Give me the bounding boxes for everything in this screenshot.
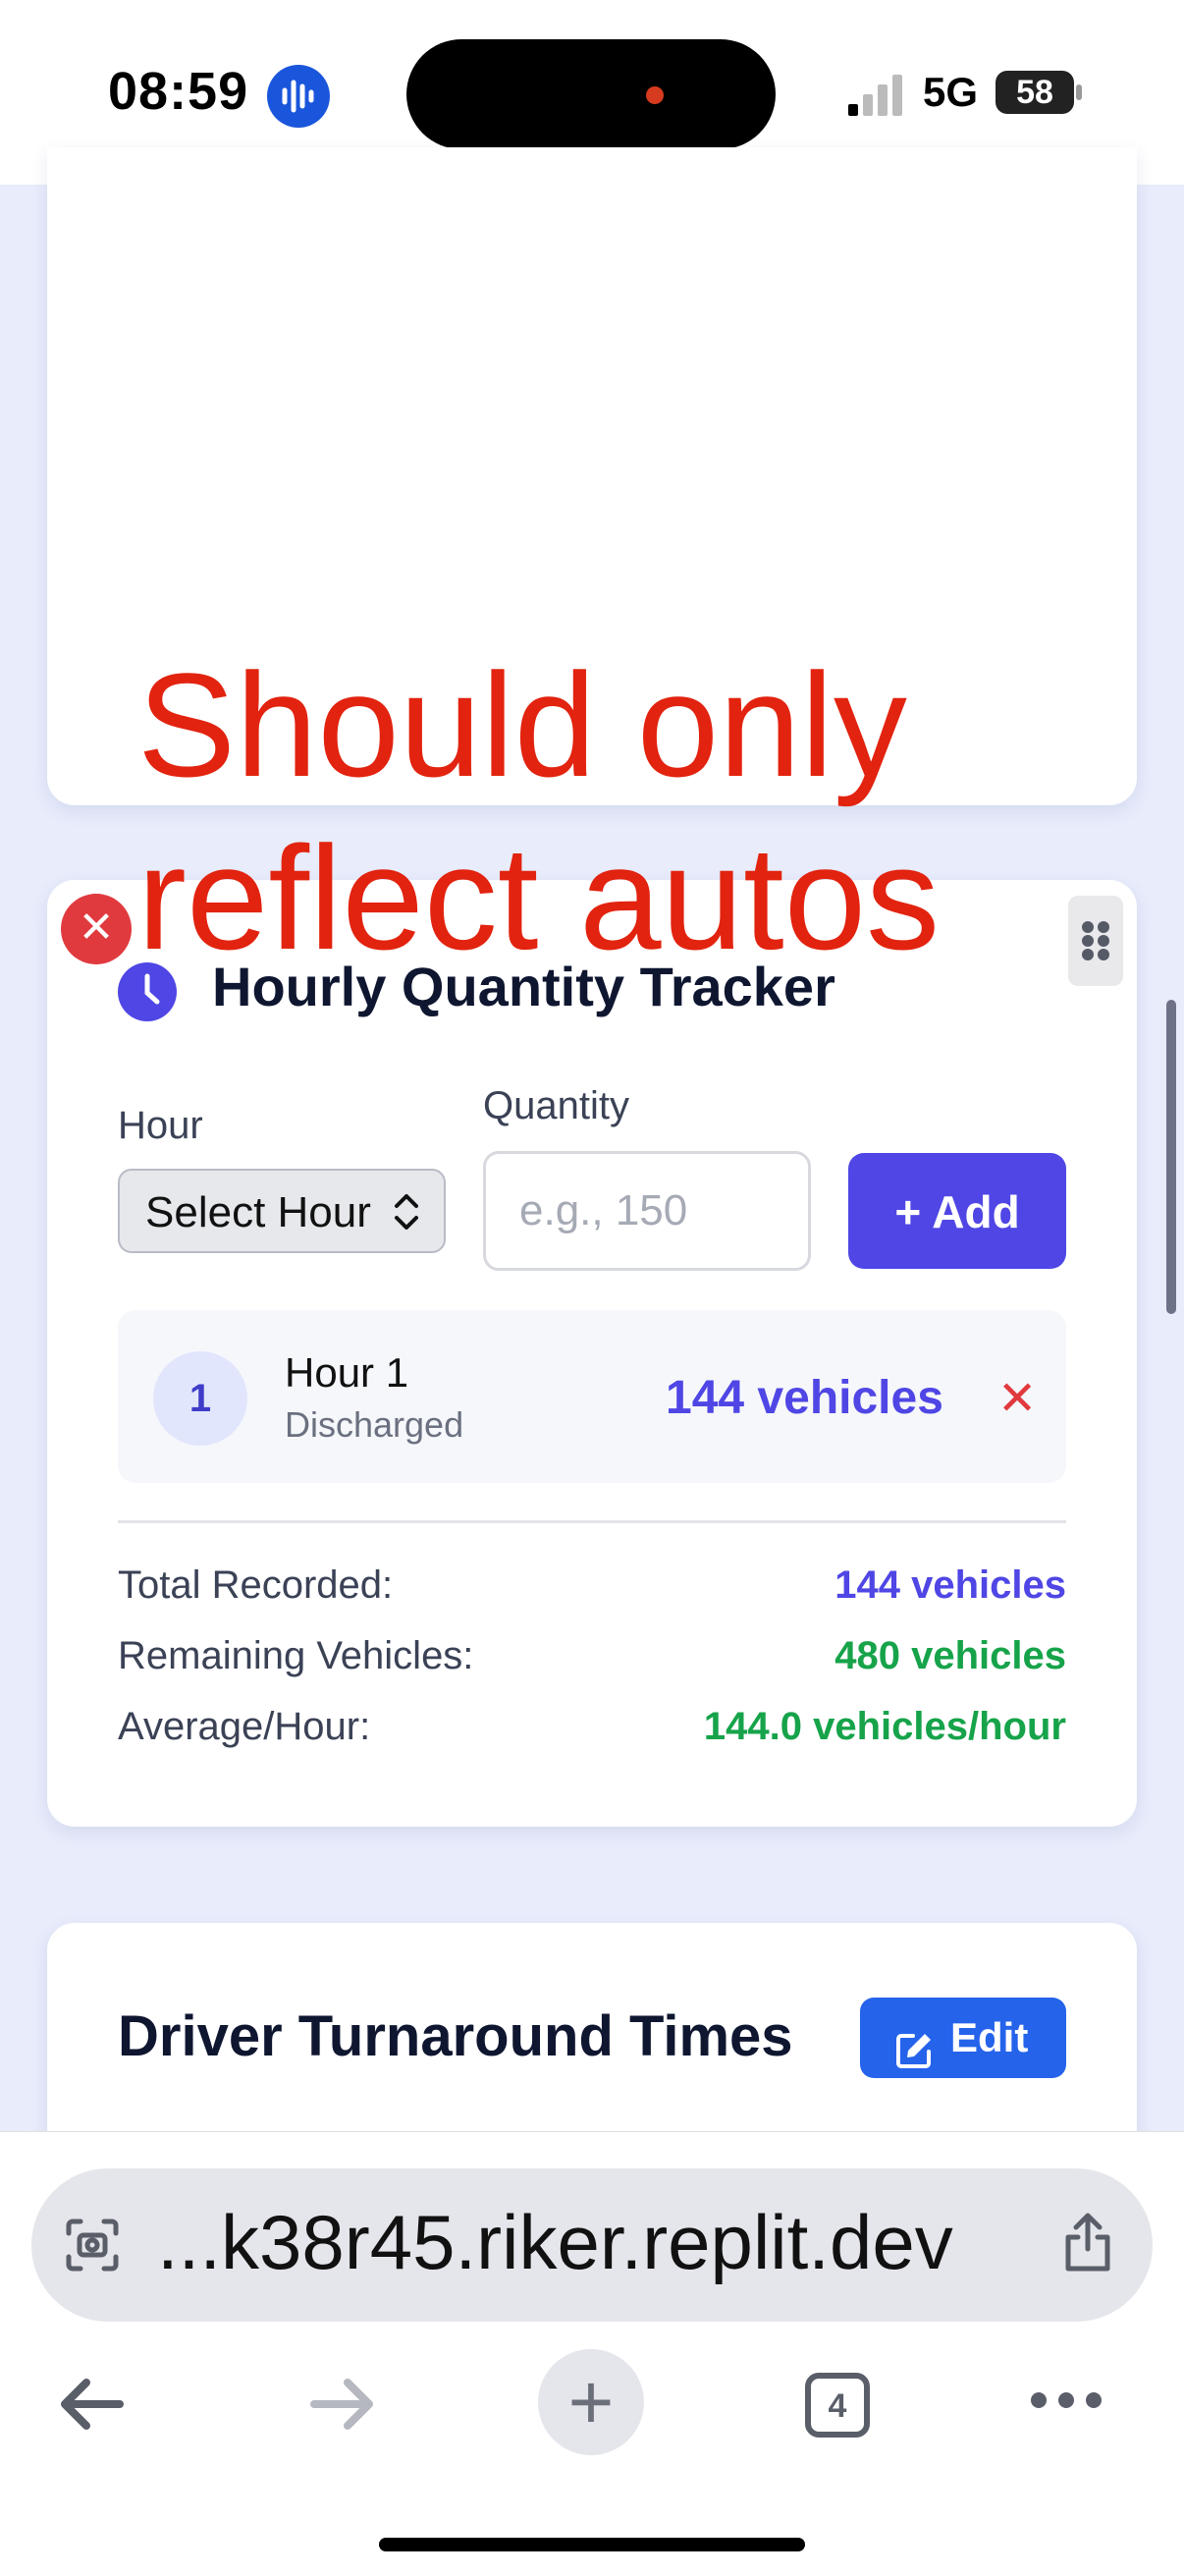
battery-cap (1076, 84, 1082, 100)
entry-status: Discharged (285, 1404, 464, 1445)
entry-title: Hour 1 (285, 1349, 409, 1396)
add-button[interactable]: + Add (848, 1153, 1066, 1269)
quantity-label: Quantity (483, 1084, 629, 1127)
home-indicator (379, 2538, 805, 2551)
hour-label: Hour (118, 1104, 203, 1147)
recording-indicator-dot (646, 86, 664, 104)
edit-button[interactable]: Edit (860, 1998, 1066, 2078)
total-recorded-value: 144 vehicles (834, 1563, 1066, 1607)
dynamic-island (406, 39, 776, 149)
more-options-icon[interactable] (1029, 2386, 1103, 2419)
divider (118, 1520, 1066, 1523)
scrollbar[interactable] (1166, 1000, 1176, 1314)
remaining-vehicles-value: 480 vehicles (834, 1634, 1066, 1677)
edit-button-label: Edit (950, 2014, 1029, 2060)
new-tab-button[interactable]: + (538, 2349, 644, 2455)
network-type: 5G (923, 69, 979, 115)
battery-icon: 58 (996, 71, 1074, 114)
remove-card-button[interactable]: ✕ (61, 894, 132, 964)
hour-select-value: Select Hour (145, 1188, 371, 1236)
cellular-signal-icon (846, 75, 905, 118)
delete-entry-icon[interactable]: ✕ (997, 1371, 1037, 1426)
entry-quantity: 144 vehicles (666, 1372, 943, 1424)
url-text: ...k38r45.riker.replit.dev (157, 2199, 953, 2285)
forward-arrow-icon[interactable] (304, 2367, 379, 2457)
edit-icon (893, 2017, 935, 2098)
status-time: 08:59 (108, 62, 249, 121)
annotation-text: Should only reflect autos (137, 642, 941, 980)
total-recorded-label: Total Recorded: (118, 1563, 394, 1607)
remaining-vehicles-label: Remaining Vehicles: (118, 1634, 474, 1677)
average-hour-value: 144.0 vehicles/hour (703, 1705, 1066, 1748)
quantity-input[interactable] (483, 1151, 811, 1271)
page-tools-icon[interactable] (63, 2216, 122, 2279)
share-icon[interactable] (1060, 2212, 1115, 2279)
hour-number-badge: 1 (153, 1351, 247, 1446)
average-hour-label: Average/Hour: (118, 1705, 371, 1748)
voice-recording-icon (267, 65, 330, 128)
driver-title: Driver Turnaround Times (118, 2004, 793, 2068)
back-arrow-icon[interactable] (55, 2367, 130, 2457)
chevron-up-down-icon (389, 1190, 424, 1233)
tab-switcher-button[interactable]: 4 (805, 2373, 870, 2438)
